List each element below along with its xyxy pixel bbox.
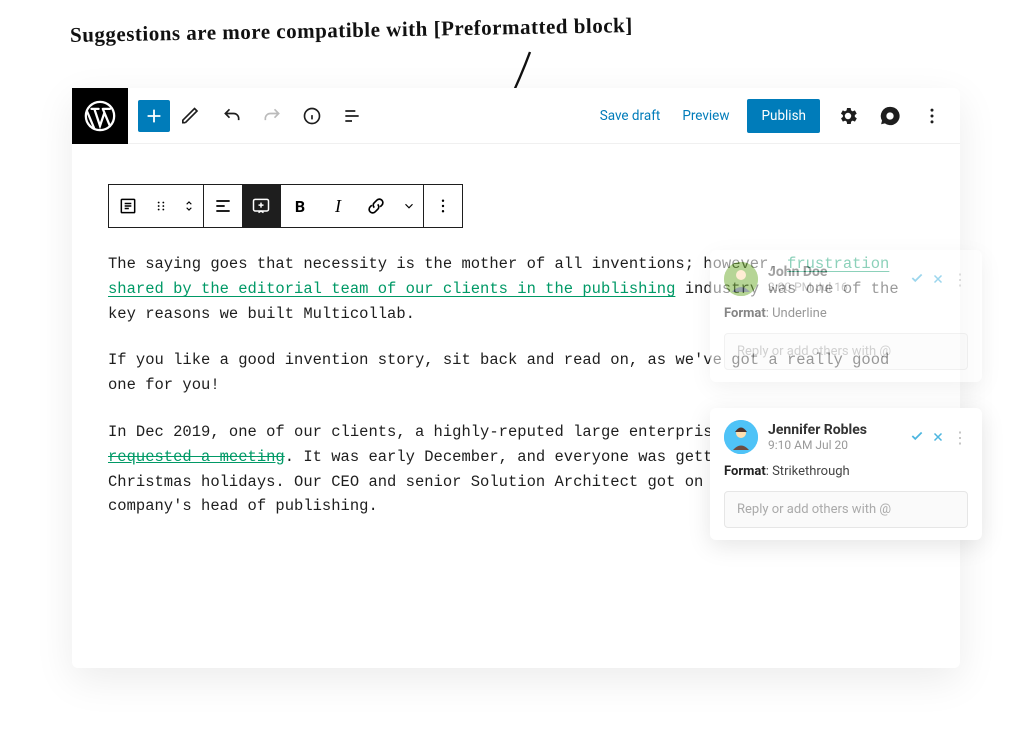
toolbar-right-group: Save draft Preview Publish	[596, 99, 960, 133]
accept-icon[interactable]	[910, 270, 924, 289]
comment-timestamp: 9:10 AM Jul 20	[768, 438, 900, 452]
block-more-icon[interactable]	[424, 185, 462, 227]
comment-timestamp: 3:00 PM Jul 16	[768, 280, 900, 294]
reject-icon[interactable]	[932, 270, 944, 289]
publish-button[interactable]: Publish	[747, 99, 820, 133]
comment-user-name: John Doe	[768, 264, 900, 280]
handwritten-annotation: Suggestions are more compatible with [Pr…	[70, 13, 633, 48]
suggestion-mode-icon[interactable]	[242, 185, 280, 227]
info-icon[interactable]	[294, 98, 330, 134]
chevron-down-icon[interactable]	[395, 185, 423, 227]
comment-body: Format: Strikethrough	[724, 464, 968, 479]
outline-icon[interactable]	[334, 98, 370, 134]
bold-button[interactable]: B	[281, 185, 319, 227]
move-up-down-icon[interactable]	[175, 185, 203, 227]
avatar	[724, 420, 758, 454]
drag-handle-icon[interactable]	[147, 185, 175, 227]
comment-more-icon[interactable]: ⋮	[952, 428, 968, 447]
accept-icon[interactable]	[910, 428, 924, 447]
comment-card-2[interactable]: Jennifer Robles 9:10 AM Jul 20 ⋮ Format:…	[710, 408, 982, 540]
comment-body: Format: Underline	[724, 306, 968, 321]
avatar	[724, 262, 758, 296]
more-menu-icon[interactable]	[918, 102, 946, 130]
reply-input[interactable]: Reply or add others with @	[724, 333, 968, 370]
block-type-icon[interactable]	[109, 185, 147, 227]
link-icon[interactable]	[357, 185, 395, 227]
reject-icon[interactable]	[932, 428, 944, 447]
wordpress-logo[interactable]	[72, 88, 128, 144]
top-toolbar: Save draft Preview Publish	[72, 88, 960, 144]
preview-button[interactable]: Preview	[678, 102, 733, 130]
save-draft-button[interactable]: Save draft	[596, 102, 665, 130]
italic-button[interactable]: I	[319, 185, 357, 227]
edit-mode-icon[interactable]	[174, 98, 210, 134]
block-toolbar: B I	[108, 184, 463, 228]
comment-card-1[interactable]: John Doe 3:00 PM Jul 16 ⋮ Format: Underl…	[710, 250, 982, 382]
comment-user-name: Jennifer Robles	[768, 422, 900, 438]
redo-icon[interactable]	[254, 98, 290, 134]
align-icon[interactable]	[204, 185, 242, 227]
toolbar-left-group	[128, 98, 370, 134]
reply-input[interactable]: Reply or add others with @	[724, 491, 968, 528]
settings-gear-icon[interactable]	[834, 102, 862, 130]
add-block-button[interactable]	[138, 100, 170, 132]
undo-icon[interactable]	[214, 98, 250, 134]
activity-icon[interactable]	[876, 102, 904, 130]
comment-more-icon[interactable]: ⋮	[952, 270, 968, 289]
